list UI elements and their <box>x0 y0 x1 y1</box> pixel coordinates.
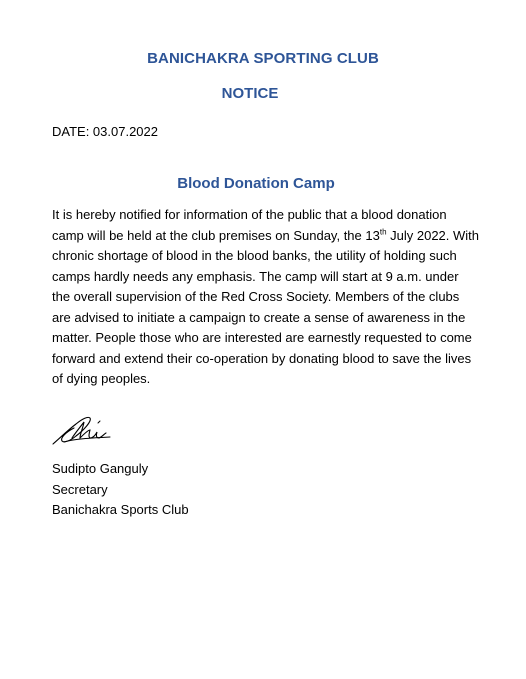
signatory-organization: Banichakra Sports Club <box>52 502 189 517</box>
handwritten-signature <box>52 416 111 445</box>
notice-heading-label: NOTICE <box>221 85 279 102</box>
signatory-block: Sudipto Ganguly Secretary Banichakra Spo… <box>52 459 189 521</box>
notice-subject: Blood Donation Camp <box>177 175 335 192</box>
ordinal-suffix: th <box>379 227 387 237</box>
body-text-part2: July 2022. With chronic shortage of bloo… <box>52 227 480 387</box>
signatory-designation: Secretary <box>52 481 108 497</box>
notice-heading: NOTICE <box>0 85 500 102</box>
notice-page: BANICHAKRA SPORTING CLUB NOTICE DATE: 03… <box>0 0 526 679</box>
notice-body: It is hereby notified for information of… <box>52 205 480 390</box>
notice-date: DATE: 03.07.2022 <box>52 124 158 139</box>
signatory-name: Sudipto Ganguly <box>52 461 149 476</box>
organization-title: BANICHAKRA SPORTING CLUB <box>147 50 379 67</box>
